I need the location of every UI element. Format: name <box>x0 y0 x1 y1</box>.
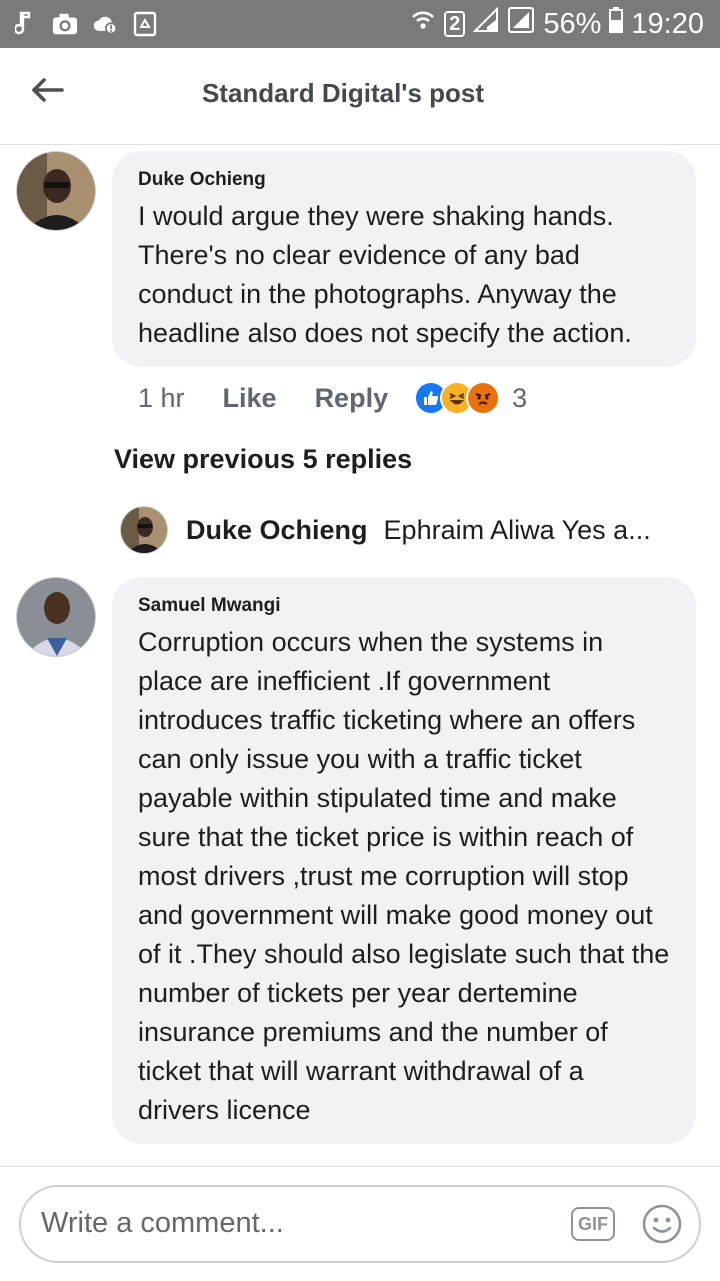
music-note-icon <box>12 11 38 37</box>
comment-input[interactable]: Write a comment... <box>41 1207 541 1240</box>
comment-text: I would argue they were shaking hands. T… <box>138 201 632 348</box>
camera-icon <box>52 11 78 37</box>
avatar[interactable] <box>120 506 168 554</box>
cloud-alert-icon <box>92 11 118 37</box>
clock: 19:20 <box>631 7 704 40</box>
smiley-icon[interactable] <box>641 1203 683 1245</box>
reply-snippet: Ephraim Aliwa Yes a... <box>383 514 651 545</box>
comment-composer-bar: Write a comment... GIF <box>0 1166 720 1281</box>
signal-icon <box>472 6 499 41</box>
reply-author: Duke Ochieng <box>186 514 368 545</box>
view-previous-replies-link[interactable]: View previous 5 replies <box>114 444 412 475</box>
battery-icon <box>609 7 624 41</box>
signal-icon-2 <box>507 6 535 42</box>
comment-bubble: Duke Ochieng I would argue they were sha… <box>112 151 696 367</box>
comment-composer[interactable]: Write a comment... GIF <box>19 1185 701 1263</box>
avatar[interactable] <box>16 577 96 657</box>
comment-actions: 1 hr Like Reply 3 <box>138 378 527 418</box>
comment-author[interactable]: Duke Ochieng <box>138 169 670 191</box>
reply-preview[interactable]: Duke Ochieng Ephraim Aliwa Yes a... <box>120 504 680 556</box>
status-bar: 2 56% 19:20 <box>0 0 720 48</box>
comment-author[interactable]: Samuel Mwangi <box>138 595 670 617</box>
angry-reaction-icon <box>466 381 501 415</box>
recycle-icon <box>132 11 158 37</box>
reaction-count: 3 <box>512 382 528 413</box>
reaction-summary[interactable]: 3 <box>414 381 527 415</box>
gif-button[interactable]: GIF <box>571 1207 615 1241</box>
comment-text: Corruption occurs when the systems in pl… <box>138 627 670 1125</box>
battery-percent: 56% <box>543 7 602 40</box>
sim-badge: 2 <box>444 11 466 37</box>
reply-button[interactable]: Reply <box>315 383 389 414</box>
comment-bubble: Samuel Mwangi Corruption occurs when the… <box>112 577 696 1144</box>
wifi-icon <box>410 7 436 41</box>
comment-time[interactable]: 1 hr <box>138 383 185 414</box>
avatar[interactable] <box>16 151 96 231</box>
post-header: Standard Digital's post <box>0 48 720 145</box>
like-button[interactable]: Like <box>223 383 277 414</box>
page-title: Standard Digital's post <box>201 78 485 108</box>
